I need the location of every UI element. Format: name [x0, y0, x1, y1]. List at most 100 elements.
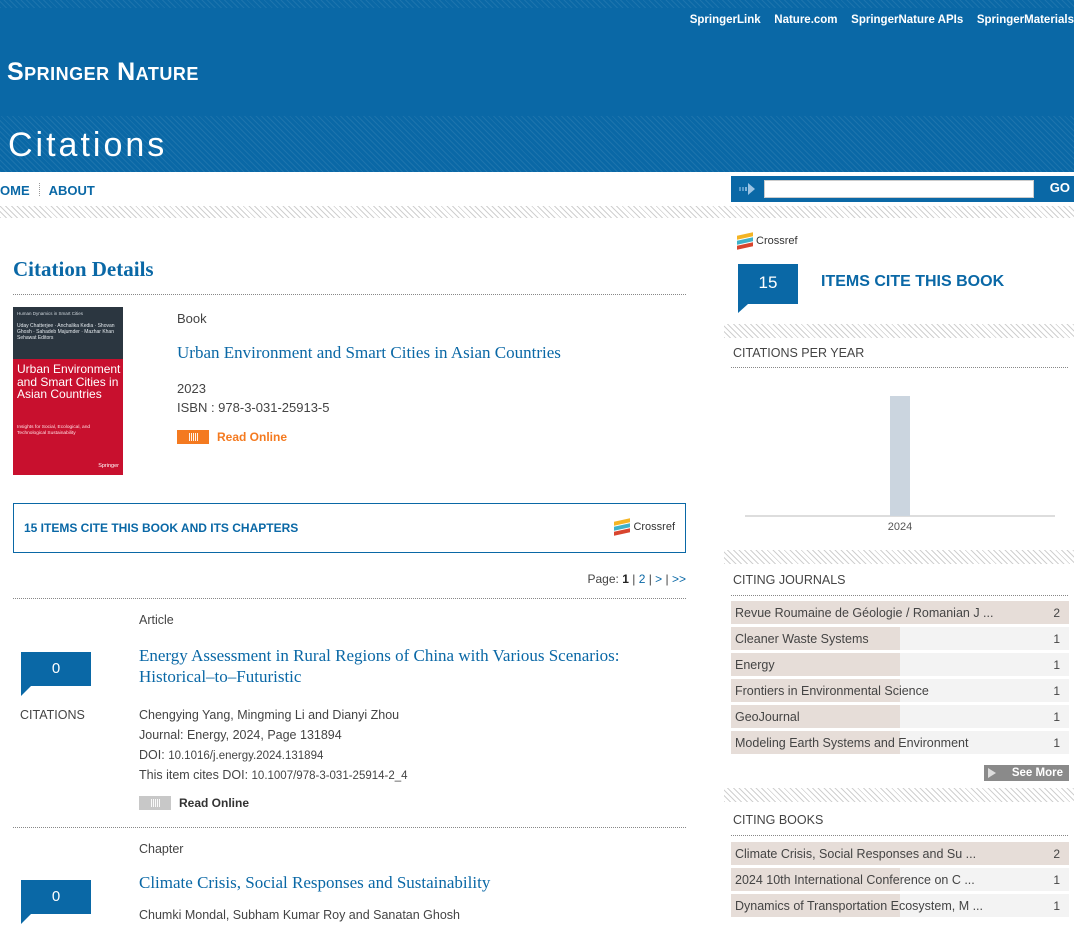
divider — [13, 294, 686, 295]
citing-journal-row[interactable]: Cleaner Waste Systems 1 — [731, 627, 1069, 650]
cover-title: Urban Environment and Smart Cities in As… — [17, 362, 121, 401]
search-input[interactable] — [764, 180, 1034, 198]
page-link-2[interactable]: 2 — [639, 572, 646, 586]
book-title-link[interactable]: Urban Environment and Smart Cities in As… — [177, 343, 561, 363]
page-next[interactable]: > — [655, 572, 662, 586]
citing-journals-heading: CITING JOURNALS — [733, 573, 846, 587]
list-item-count: 1 — [1053, 873, 1060, 887]
cite-count-label: 15 ITEMS CITE THIS BOOK AND ITS CHAPTERS — [24, 521, 299, 535]
list-item-name: Cleaner Waste Systems — [735, 632, 869, 646]
page-current: 1 — [622, 572, 629, 586]
citation-journal: Journal: Energy, 2024, Page 131894 — [139, 728, 342, 742]
citing-journal-row[interactable]: GeoJournal 1 — [731, 705, 1069, 728]
search-icon — [739, 183, 755, 195]
hatch-divider — [0, 206, 1074, 218]
sidebar-hatch-divider — [724, 324, 1074, 338]
list-item-count: 2 — [1053, 606, 1060, 620]
list-item-name: Climate Crisis, Social Responses and Su … — [735, 847, 977, 861]
cover-series: Human Dynamics in Smart Cities — [17, 311, 84, 316]
read-online-icon — [177, 430, 209, 444]
book-year: 2023 — [177, 381, 206, 396]
book-isbn: ISBN : 978-3-031-25913-5 — [177, 400, 330, 415]
chart-tick-label: 2024 — [888, 521, 912, 533]
cite-count-box[interactable]: 15 ITEMS CITE THIS BOOK AND ITS CHAPTERS… — [13, 503, 686, 553]
citation-count-badge: 0 — [21, 652, 91, 696]
citing-journal-row[interactable]: Modeling Earth Systems and Environment 1 — [731, 731, 1069, 754]
list-item-count: 1 — [1053, 736, 1060, 750]
search-bar: GO — [731, 176, 1074, 202]
read-online-icon — [139, 796, 171, 810]
cover-subtitle: Insights for Social, Ecological, and Tec… — [17, 425, 91, 436]
citations-per-year-chart: 2024 — [745, 396, 1055, 533]
citation-authors: Chengying Yang, Mingming Li and Dianyi Z… — [139, 708, 400, 722]
divider — [731, 595, 1068, 596]
nav-links: OME ABOUT — [0, 183, 95, 198]
pagination: Page: 1 | 2 | > | >> — [587, 572, 687, 586]
top-link-springernature-apis[interactable]: SpringerNature APIs — [851, 14, 963, 26]
crossref-label: Crossref — [756, 235, 798, 247]
list-item-count: 1 — [1053, 710, 1060, 724]
list-item-count: 1 — [1053, 899, 1060, 913]
brand-logo[interactable]: Springer Nature — [7, 58, 199, 87]
citation-doi: DOI: 10.1016/j.energy.2024.131894 — [139, 748, 323, 762]
chart-bar[interactable] — [890, 396, 910, 516]
see-more-button[interactable]: See More — [984, 765, 1069, 781]
citing-journal-row[interactable]: Revue Roumaine de Géologie / Romanian J … — [731, 601, 1069, 624]
citing-books-heading: CITING BOOKS — [733, 813, 824, 827]
list-item-name: Frontiers in Environmental Science — [735, 684, 929, 698]
list-item-count: 1 — [1053, 684, 1060, 698]
list-item-count: 1 — [1053, 632, 1060, 646]
citation-authors: Chumki Mondal, Subham Kumar Roy and Sana… — [139, 908, 461, 922]
citing-book-row[interactable]: 2024 10th International Conference on C … — [731, 868, 1069, 891]
citation-read-online-label: Read Online — [179, 796, 250, 810]
book-type: Book — [177, 311, 207, 326]
site-header: SpringerLink Nature.com SpringerNature A… — [0, 0, 1074, 172]
cover-publisher: Springer — [98, 463, 119, 469]
cover-authors: Uday Chatterjee · Anchalika Kedia · Shov… — [17, 323, 115, 341]
read-online-label: Read Online — [217, 430, 288, 444]
sidebar-cite-count-label[interactable]: ITEMS CITE THIS BOOK — [821, 273, 1004, 291]
section-title: Citations — [8, 126, 168, 164]
citation-item: Article 0 CITATIONS Energy Assessment in… — [13, 598, 686, 828]
citation-count-label: CITATIONS — [20, 708, 85, 722]
citing-journal-row[interactable]: Frontiers in Environmental Science 1 — [731, 679, 1069, 702]
citing-book-row[interactable]: Climate Crisis, Social Responses and Su … — [731, 842, 1069, 865]
list-item-name: Revue Roumaine de Géologie / Romanian J … — [735, 606, 994, 620]
citation-item: Chapter 0 Climate Crisis, Social Respons… — [13, 827, 686, 925]
citing-journal-row[interactable]: Energy 1 — [731, 653, 1069, 676]
nav-home[interactable]: OME — [0, 183, 30, 198]
top-link-springerlink[interactable]: SpringerLink — [690, 14, 761, 26]
divider — [731, 367, 1068, 368]
citation-cites-label: This item cites DOI: — [139, 768, 249, 782]
list-item-count: 2 — [1053, 847, 1060, 861]
citations-per-year-heading: CITATIONS PER YEAR — [733, 346, 865, 360]
citing-book-row[interactable]: Dynamics of Transportation Ecosystem, M … — [731, 894, 1069, 917]
sidebar-hatch-divider — [724, 550, 1074, 564]
top-link-springermaterials[interactable]: SpringerMaterials — [977, 14, 1074, 26]
citation-title-link[interactable]: Energy Assessment in Rural Regions of Ch… — [139, 645, 659, 687]
nav-about[interactable]: ABOUT — [49, 183, 95, 198]
list-item-name: Energy — [735, 658, 775, 672]
list-item-name: Modeling Earth Systems and Environment — [735, 736, 969, 750]
read-online-button[interactable]: Read Online — [177, 430, 287, 444]
top-link-nature[interactable]: Nature.com — [774, 14, 837, 26]
pagination-prefix: Page: — [587, 572, 619, 586]
page-last[interactable]: >> — [672, 572, 686, 586]
citation-cites-doi: This item cites DOI: 10.1007/978-3-031-2… — [139, 768, 408, 782]
crossref-icon — [614, 518, 631, 536]
list-item-count: 1 — [1053, 658, 1060, 672]
header-top-rule — [0, 0, 1074, 8]
citation-doi-link[interactable]: 10.1016/j.energy.2024.131894 — [168, 750, 323, 762]
citation-doi-label: DOI: — [139, 748, 165, 762]
divider — [731, 835, 1068, 836]
search-go-button[interactable]: GO — [1050, 180, 1070, 195]
top-links: SpringerLink Nature.com SpringerNature A… — [680, 11, 1074, 26]
citation-title-link[interactable]: Climate Crisis, Social Responses and Sus… — [139, 872, 659, 893]
book-cover[interactable]: Human Dynamics in Smart Cities Uday Chat… — [13, 307, 123, 475]
citation-cites-doi-link[interactable]: 10.1007/978-3-031-25914-2_4 — [252, 770, 408, 782]
list-item-name: 2024 10th International Conference on C … — [735, 873, 975, 887]
crossref-logo: Crossref — [614, 518, 675, 536]
citation-read-online-button[interactable]: Read Online — [139, 796, 249, 810]
page-title: Citation Details — [13, 257, 154, 281]
citation-count-badge: 0 — [21, 880, 91, 924]
